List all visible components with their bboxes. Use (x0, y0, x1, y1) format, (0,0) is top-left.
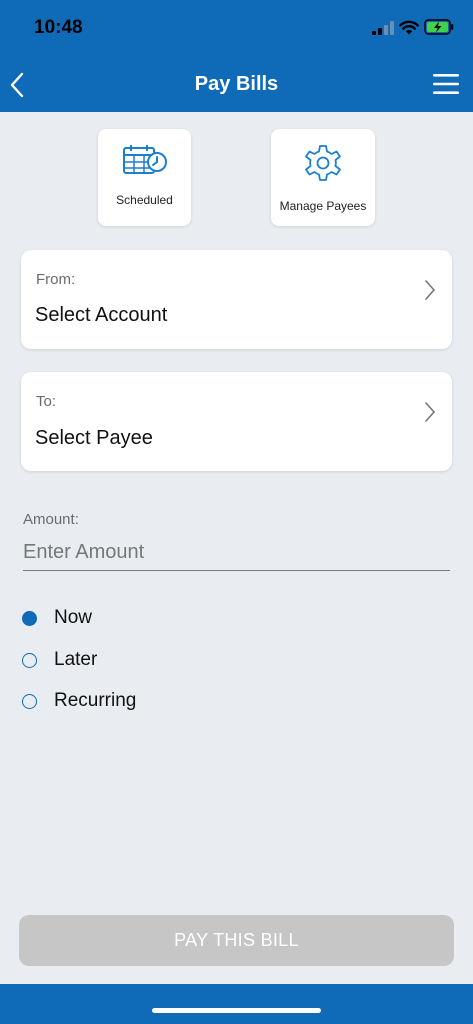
home-indicator[interactable] (152, 1008, 321, 1013)
cellular-signal-icon (372, 21, 394, 35)
radio-later[interactable] (22, 653, 37, 668)
hamburger-menu-icon[interactable] (432, 72, 460, 96)
to-payee-selector[interactable]: To: Select Payee (21, 372, 452, 471)
amount-input[interactable] (23, 534, 450, 571)
to-value: Select Payee (35, 427, 153, 449)
chevron-right-icon (425, 402, 436, 422)
wifi-icon (399, 20, 419, 35)
calendar-clock-icon (122, 145, 167, 174)
radio-now-label: Now (54, 607, 93, 628)
from-value: Select Account (35, 304, 168, 326)
bottom-bar (0, 984, 473, 1024)
radio-later-label: Later (54, 649, 98, 670)
radio-recurring-label: Recurring (54, 690, 137, 711)
gear-icon (305, 145, 341, 181)
battery-charging-icon (424, 19, 454, 35)
scheduled-button[interactable]: Scheduled (98, 129, 191, 226)
amount-label: Amount: (23, 511, 79, 528)
from-label: From: (36, 271, 76, 288)
status-bar: 10:48 (0, 0, 473, 58)
manage-payees-label: Manage Payees (279, 199, 367, 213)
radio-recurring[interactable] (22, 694, 37, 709)
nav-bar: Pay Bills (0, 58, 473, 112)
pay-this-bill-button[interactable]: PAY THIS BILL (19, 915, 454, 966)
radio-now-selected[interactable] (22, 611, 37, 626)
status-time: 10:48 (34, 17, 83, 38)
to-label: To: (36, 393, 57, 410)
from-account-selector[interactable]: From: Select Account (21, 250, 452, 349)
manage-payees-button[interactable]: Manage Payees (271, 129, 375, 226)
chevron-right-icon (425, 280, 436, 300)
scheduled-label: Scheduled (116, 193, 173, 207)
page-title: Pay Bills (194, 73, 279, 95)
